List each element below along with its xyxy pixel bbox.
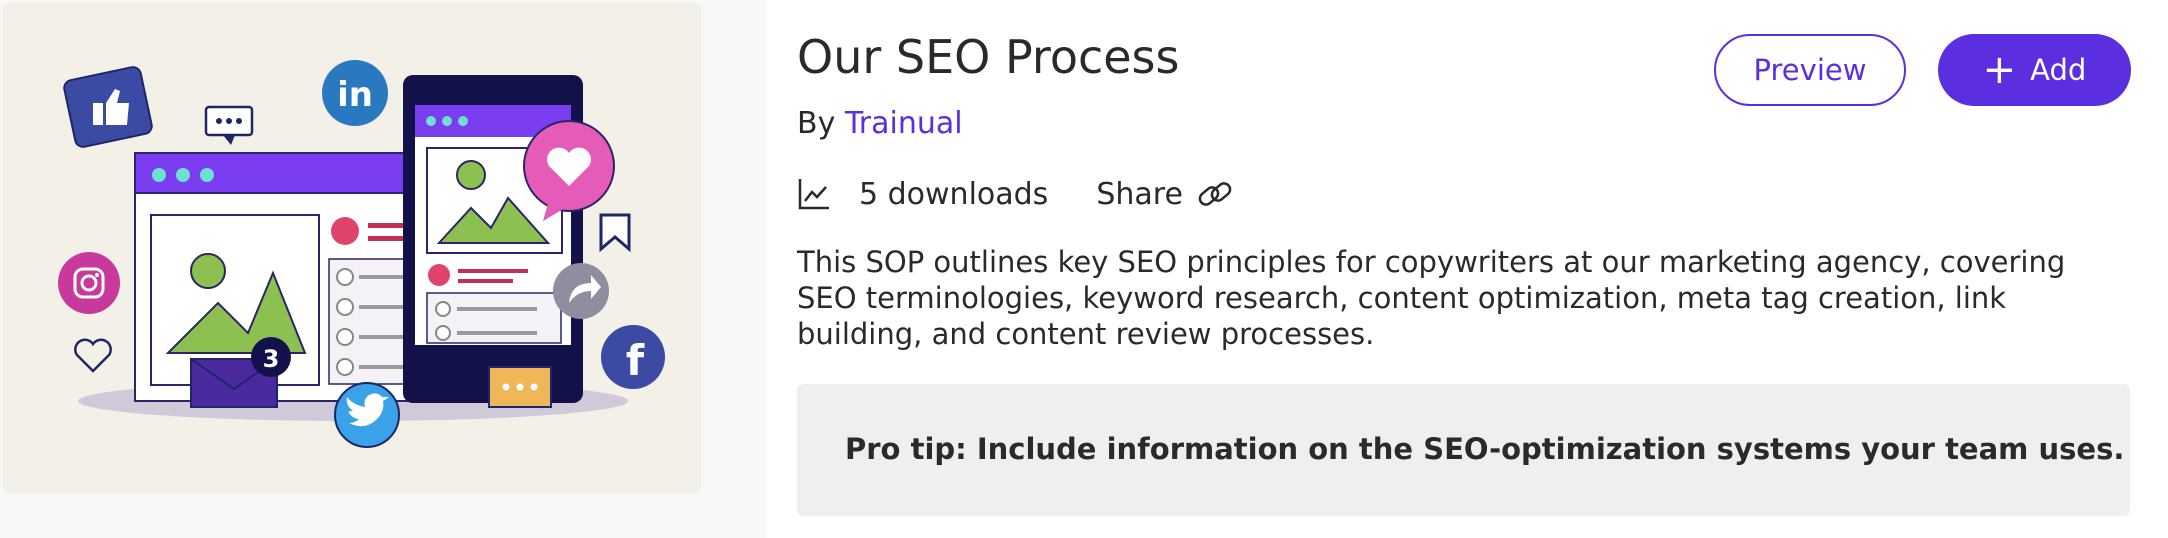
heart-outline-icon	[74, 338, 112, 373]
template-hero-illustration: in f 3	[3, 3, 701, 494]
bookmark-icon	[599, 213, 631, 253]
twitter-icon	[334, 382, 400, 448]
pro-tip-text: Pro tip: Include information on the SEO-…	[845, 432, 2125, 466]
add-label: Add	[2030, 53, 2087, 87]
byline-prefix: By	[797, 106, 836, 141]
template-description: This SOP outlines key SEO principles for…	[797, 245, 2066, 351]
preview-label: Preview	[1753, 53, 1867, 87]
instagram-icon	[58, 252, 120, 314]
share-label: Share	[1096, 176, 1183, 212]
preview-button[interactable]: Preview	[1714, 34, 1906, 106]
browser-window-graphic	[134, 152, 446, 402]
author-link[interactable]: Trainual	[845, 106, 963, 141]
byline: By Trainual	[797, 106, 963, 141]
thumbs-up-icon	[63, 66, 153, 148]
link-icon	[1198, 182, 1232, 206]
svg-text:in: in	[337, 75, 373, 115]
add-button[interactable]: + Add	[1938, 34, 2131, 106]
downloads-count: 5 downloads	[859, 176, 1049, 212]
pro-tip-box: Pro tip: Include information on the SEO-…	[797, 384, 2130, 516]
facebook-icon: f	[601, 325, 665, 389]
plus-icon: +	[1982, 47, 2017, 93]
linkedin-icon: in	[322, 60, 388, 126]
comment-bubble-icon	[488, 366, 552, 408]
svg-text:f: f	[626, 336, 645, 385]
chat-icon	[204, 105, 254, 145]
share-arrow-icon	[553, 263, 609, 319]
meta-row: 5 downloads Share	[797, 172, 1235, 216]
downloads-chart-icon	[798, 179, 829, 210]
template-title: Our SEO Process	[797, 30, 1180, 84]
share-button[interactable]: Share	[1096, 174, 1235, 214]
notification-count: 3	[263, 345, 280, 373]
